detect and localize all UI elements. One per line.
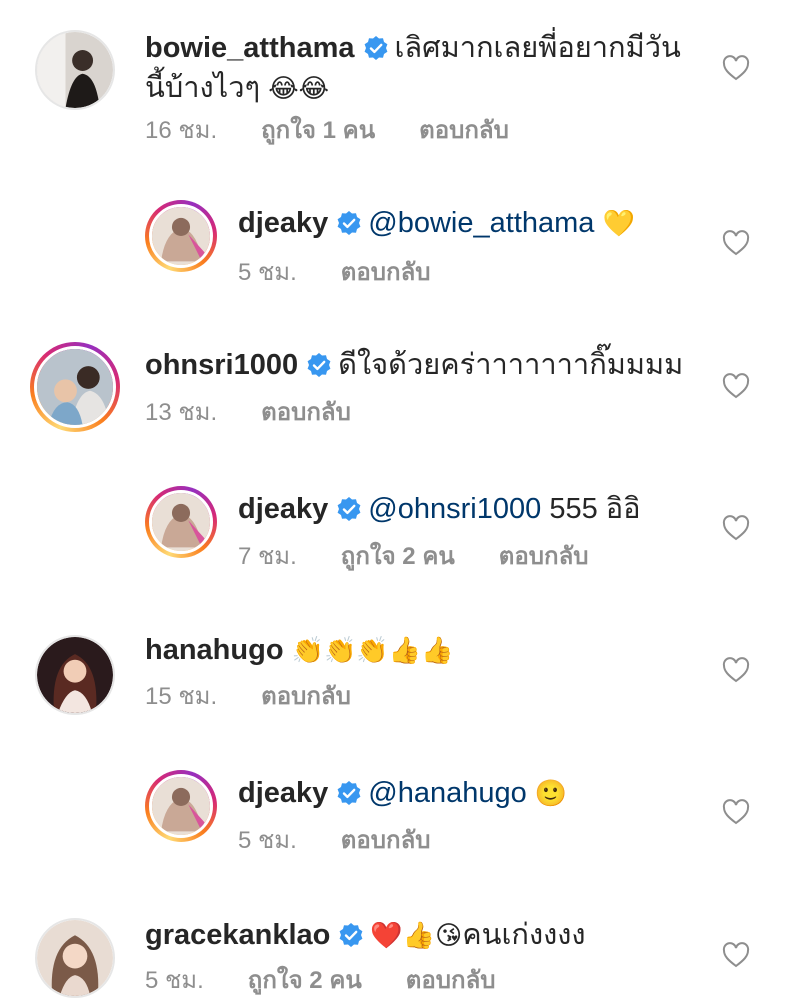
mention-link[interactable]: @bowie_atthama [368, 207, 594, 239]
username[interactable]: bowie_atthama [145, 32, 355, 64]
reply-button[interactable]: ตอบกลับ [419, 117, 509, 144]
reply-button[interactable]: ตอบกลับ [341, 259, 431, 286]
verified-badge-icon [307, 353, 331, 377]
timestamp: 5 ชม. [145, 967, 204, 994]
heart-outline-icon[interactable] [722, 942, 750, 968]
reply-button[interactable]: ตอบกลับ [261, 683, 351, 710]
verified-badge-icon [337, 211, 361, 235]
emoji: ❤️👍😘 [370, 920, 463, 950]
emoji: 👏👏👏👍👍 [291, 635, 454, 665]
reply-button[interactable]: ตอบกลับ [406, 967, 496, 994]
heart-outline-icon[interactable] [722, 515, 750, 541]
heart-outline-icon[interactable] [722, 657, 750, 683]
avatar-bowie-atthama[interactable] [35, 30, 115, 110]
comment-text: 555 อิอิ [549, 493, 641, 525]
mention-link[interactable]: @hanahugo [368, 777, 526, 809]
comment-text-continued: นี้บ้างไวๆ [145, 72, 261, 104]
likes-count[interactable]: ถูกใจ 1 คน [261, 117, 375, 144]
verified-badge-icon [339, 923, 363, 947]
username[interactable]: djeaky [238, 777, 328, 809]
avatar-djeaky[interactable] [145, 770, 217, 842]
avatar-hanahugo[interactable] [35, 635, 115, 715]
comment-text: ดีใจด้วยคร่าาาาาาากิ๊มมมม [338, 349, 684, 381]
mention-link[interactable]: @ohnsri1000 [368, 493, 541, 525]
heart-outline-icon[interactable] [722, 55, 750, 81]
username[interactable]: djeaky [238, 493, 328, 525]
comment-text: เลิศมากเลยพี่อยากมีวัน [394, 32, 681, 64]
avatar-djeaky[interactable] [145, 200, 217, 272]
emoji: 😂😂 [268, 73, 329, 103]
username[interactable]: ohnsri1000 [145, 349, 298, 381]
reply-button[interactable]: ตอบกลับ [261, 399, 351, 426]
verified-badge-icon [337, 497, 361, 521]
timestamp: 15 ชม. [145, 683, 218, 710]
username[interactable]: hanahugo [145, 634, 284, 666]
username[interactable]: gracekanklao [145, 919, 330, 951]
avatar-gracekanklao[interactable] [35, 918, 115, 998]
heart-outline-icon[interactable] [722, 230, 750, 256]
likes-count[interactable]: ถูกใจ 2 คน [248, 967, 362, 994]
verified-badge-icon [364, 36, 387, 60]
username[interactable]: djeaky [238, 207, 328, 239]
verified-badge-icon [337, 781, 361, 805]
timestamp: 7 ชม. [238, 543, 297, 570]
avatar-ohnsri1000[interactable] [30, 342, 120, 432]
heart-outline-icon[interactable] [722, 373, 750, 399]
timestamp: 5 ชม. [238, 827, 297, 854]
heart-outline-icon[interactable] [722, 799, 750, 825]
reply-button[interactable]: ตอบกลับ [341, 827, 431, 854]
likes-count[interactable]: ถูกใจ 2 คน [341, 543, 455, 570]
comment-text: คนเก่งงงง [462, 919, 586, 951]
reply-button[interactable]: ตอบกลับ [499, 543, 589, 570]
emoji: 💛 [602, 208, 635, 238]
emoji: 🙂 [534, 778, 568, 808]
timestamp: 5 ชม. [238, 259, 297, 286]
avatar-djeaky[interactable] [145, 486, 217, 558]
timestamp: 16 ชม. [145, 117, 218, 144]
timestamp: 13 ชม. [145, 399, 218, 426]
